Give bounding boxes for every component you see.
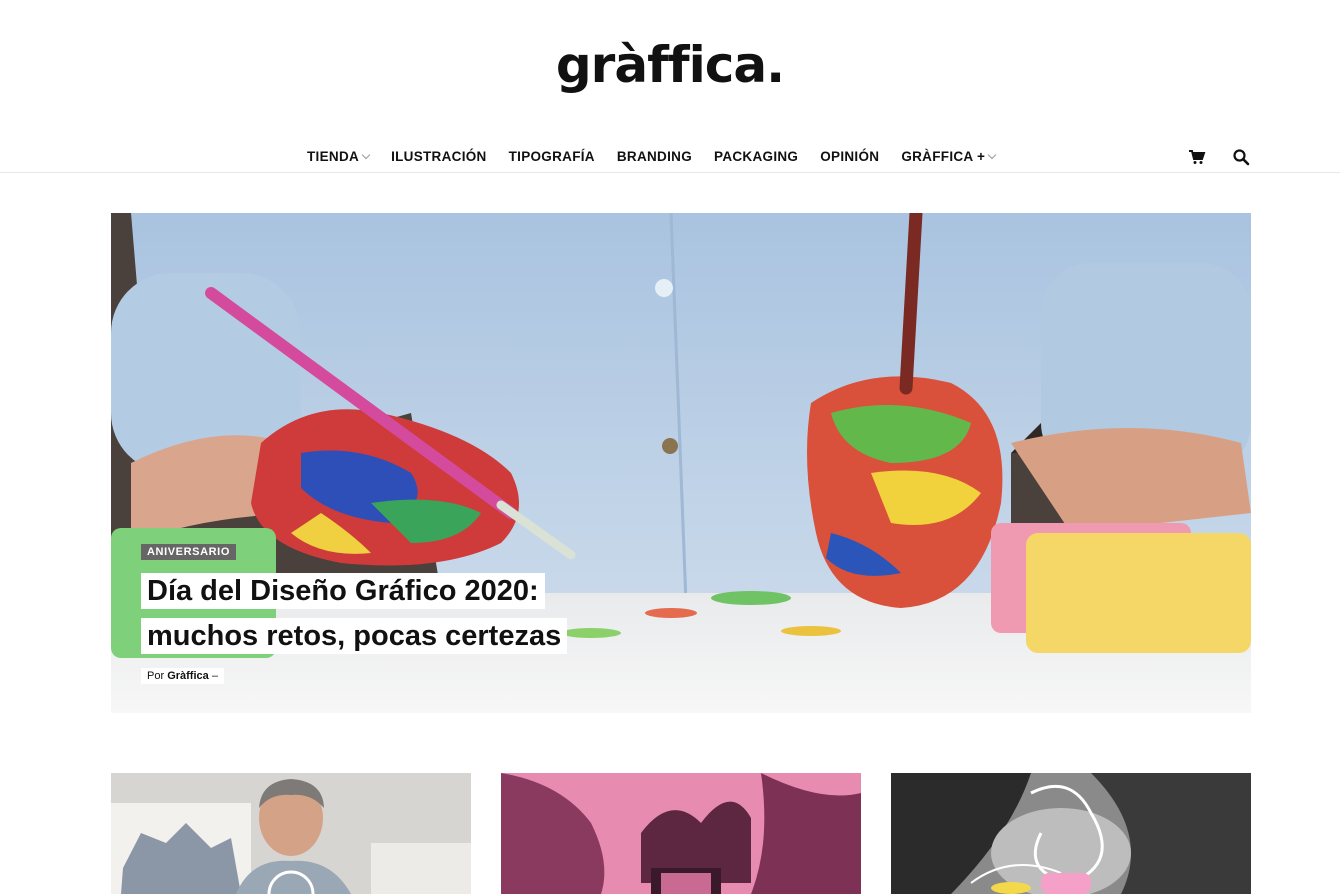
nav-item-label: TIENDA (307, 149, 360, 164)
chevron-down-icon (987, 150, 997, 160)
nav-item-label: OPINIÓN (820, 149, 880, 164)
nav-item-label: PACKAGING (714, 149, 799, 164)
site-logo[interactable]: gràffica. (0, 36, 1340, 106)
nav-item-graffica-plus[interactable]: GRÀFFICA + (901, 149, 997, 164)
nav-menu: TIENDA ILUSTRACIÓN TIPOGRAFÍA BRANDING P… (307, 149, 1017, 164)
author-link[interactable]: Gràffica (167, 670, 209, 682)
search-icon[interactable] (1232, 148, 1250, 166)
article-card[interactable] (501, 773, 861, 894)
hero-title[interactable]: Día del Diseño Gráfico 2020: muchos reto… (141, 569, 661, 659)
card-image-collage (891, 773, 1251, 894)
chevron-down-icon (361, 150, 371, 160)
main-nav: TIENDA ILUSTRACIÓN TIPOGRAFÍA BRANDING P… (0, 140, 1340, 173)
nav-icons (1188, 148, 1250, 166)
meta-suffix: – (211, 670, 218, 682)
article-card[interactable] (891, 773, 1251, 894)
nav-item-opinion[interactable]: OPINIÓN (820, 149, 879, 164)
nav-item-label: TIPOGRAFÍA (508, 149, 595, 164)
cart-icon[interactable] (1188, 148, 1206, 166)
hero-meta: Por Gràffica – (141, 668, 224, 684)
hero-title-line: muchos retos, pocas certezas (141, 618, 568, 654)
card-image-pink (501, 773, 861, 894)
nav-item-branding[interactable]: BRANDING (617, 149, 692, 164)
meta-prefix: Por (147, 670, 165, 682)
nav-item-tienda[interactable]: TIENDA (307, 149, 371, 164)
nav-item-label: GRÀFFICA + (901, 149, 986, 164)
card-image-portrait (111, 773, 471, 894)
article-card[interactable] (111, 773, 471, 894)
hero-title-line: Día del Diseño Gráfico 2020: (141, 573, 545, 609)
hero-featured-article[interactable]: ANIVERSARIO Día del Diseño Gráfico 2020:… (111, 213, 1251, 713)
nav-item-tipografia[interactable]: TIPOGRAFÍA (509, 149, 595, 164)
nav-item-packaging[interactable]: PACKAGING (714, 149, 798, 164)
nav-item-ilustracion[interactable]: ILUSTRACIÓN (391, 149, 487, 164)
nav-item-label: BRANDING (616, 149, 693, 164)
category-badge[interactable]: ANIVERSARIO (141, 544, 236, 560)
nav-item-label: ILUSTRACIÓN (391, 149, 487, 164)
